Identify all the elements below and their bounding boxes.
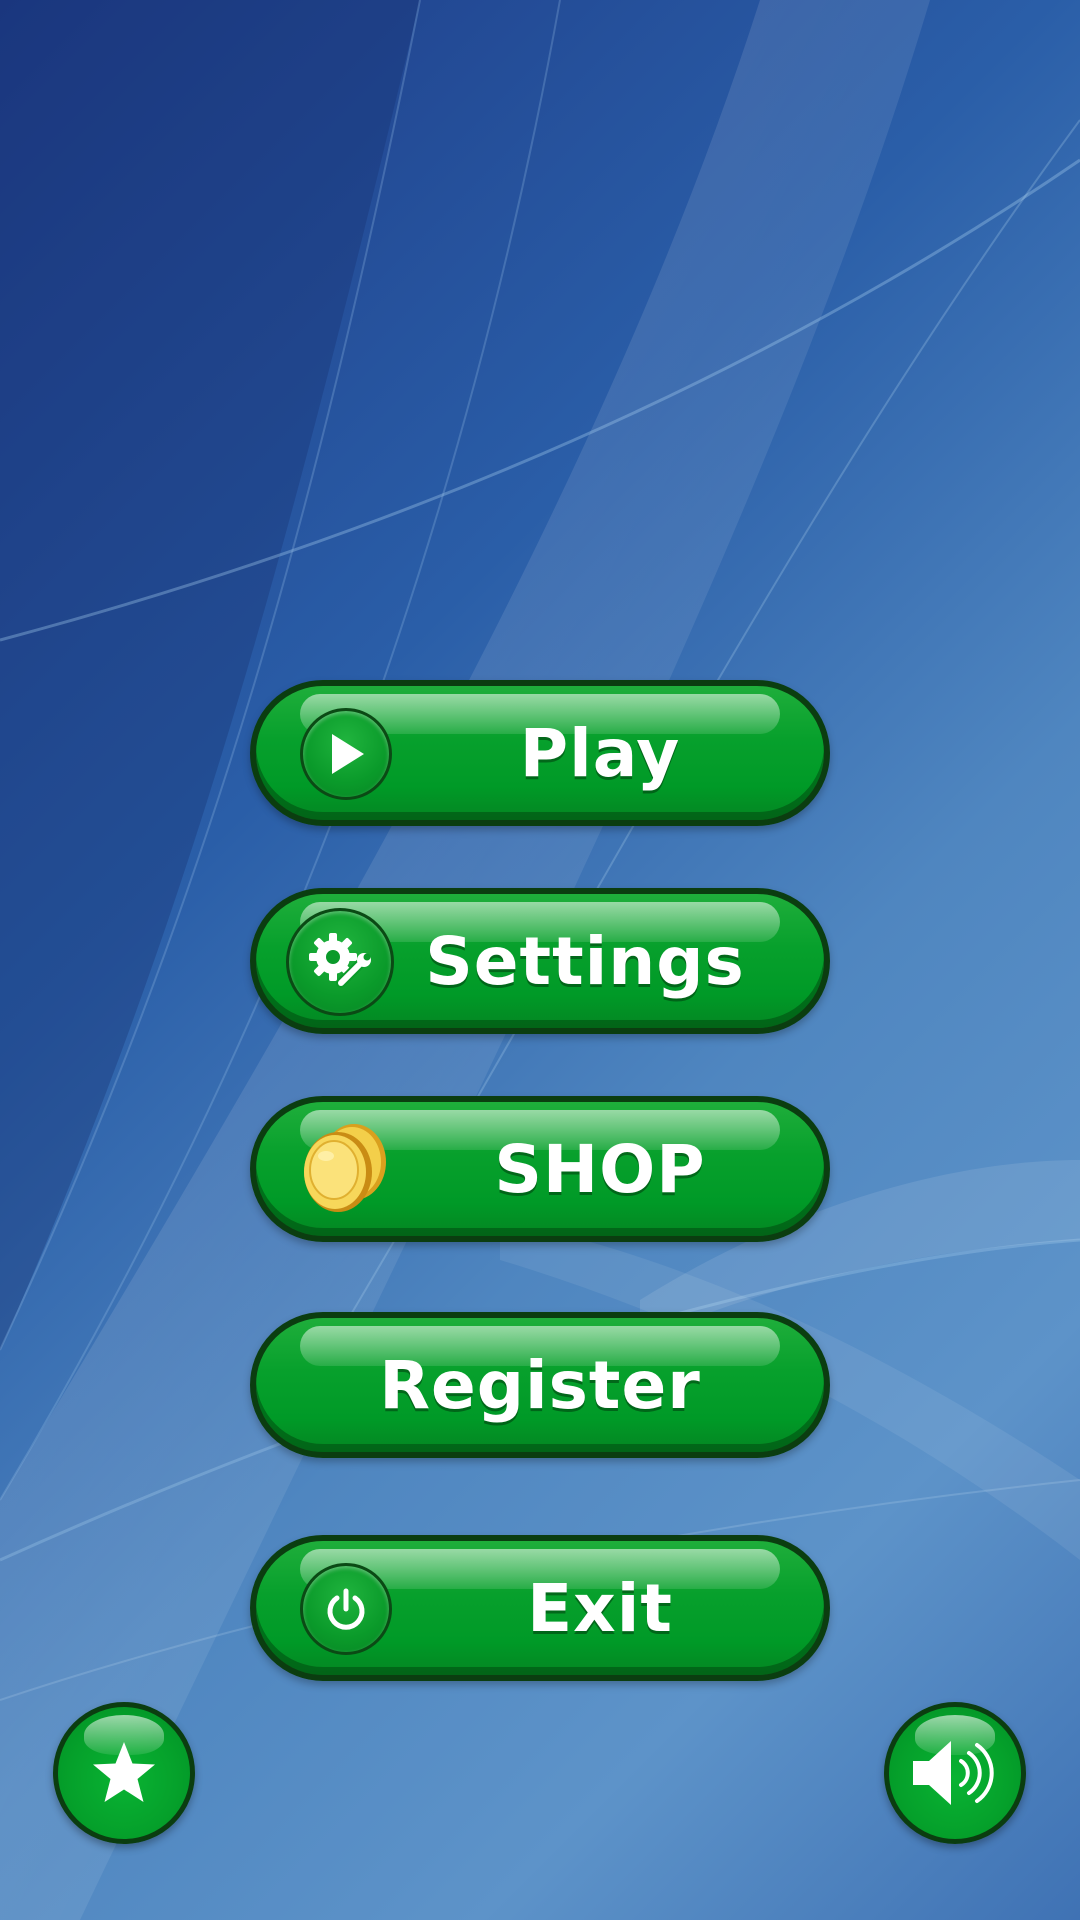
shop-button[interactable]: SHOP <box>250 1096 830 1242</box>
power-icon <box>300 1563 392 1655</box>
exit-button[interactable]: Exit <box>250 1535 830 1681</box>
settings-button[interactable]: Settings <box>250 888 830 1034</box>
coins-icon <box>290 1120 394 1220</box>
exit-label: Exit <box>527 1569 673 1647</box>
sound-button[interactable] <box>884 1702 1026 1844</box>
register-button[interactable]: Register <box>250 1312 830 1458</box>
register-label: Register <box>379 1346 701 1424</box>
play-icon <box>300 708 392 800</box>
play-button[interactable]: Play <box>250 680 830 826</box>
star-icon <box>93 1742 155 1802</box>
play-label: Play <box>519 714 681 792</box>
settings-label: Settings <box>425 922 745 1000</box>
gear-wrench-icon <box>286 908 394 1016</box>
rate-button[interactable] <box>53 1702 195 1844</box>
speaker-icon <box>913 1741 994 1805</box>
shop-label: SHOP <box>494 1130 706 1208</box>
